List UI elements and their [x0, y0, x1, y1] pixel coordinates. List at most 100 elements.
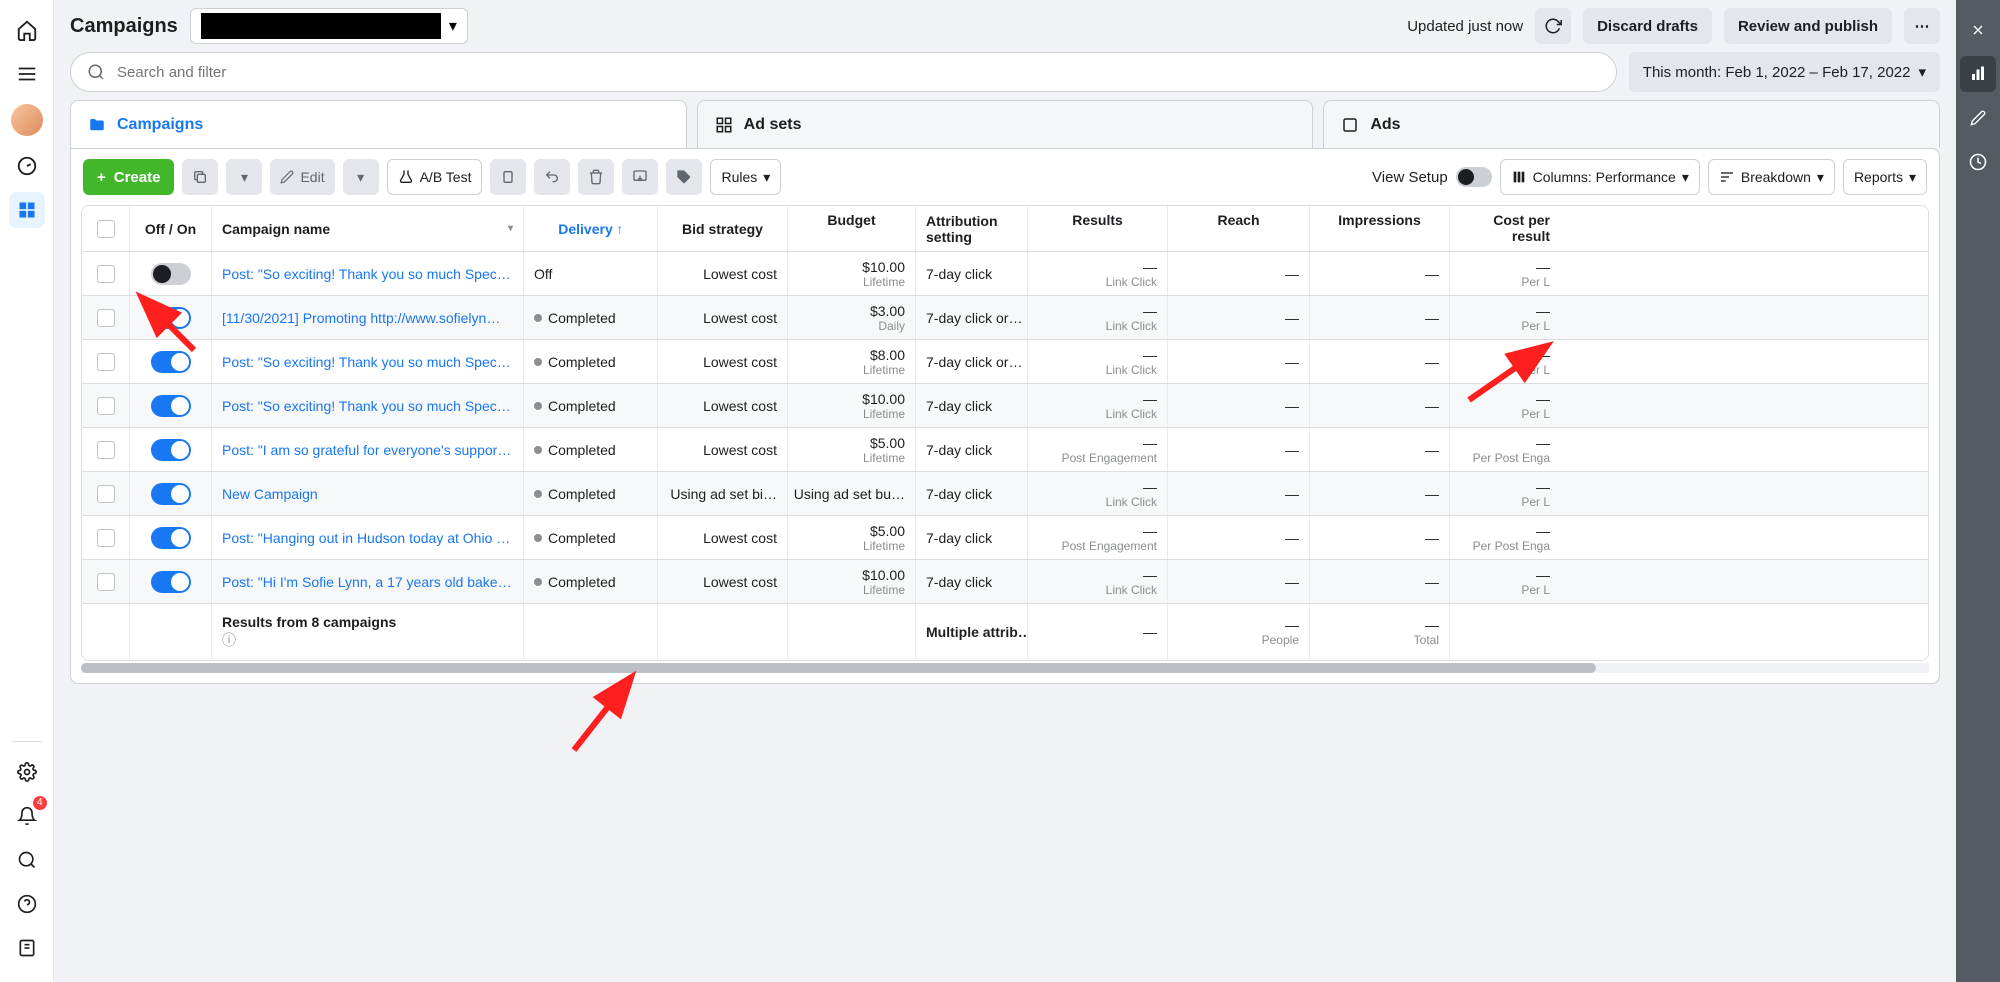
results-value: —: [1143, 391, 1157, 407]
col-name[interactable]: Campaign name▾: [212, 206, 524, 251]
tab-campaigns[interactable]: Campaigns: [70, 100, 687, 148]
help-icon[interactable]: [9, 886, 45, 922]
charts-icon[interactable]: [1960, 56, 1996, 92]
campaign-name-link[interactable]: Post: "So exciting! Thank you so much Sp…: [222, 398, 513, 414]
discard-drafts-button[interactable]: Discard drafts: [1583, 8, 1712, 44]
export-button[interactable]: [622, 159, 658, 195]
row-checkbox[interactable]: [97, 353, 115, 371]
row-checkbox[interactable]: [97, 485, 115, 503]
action-toolbar: +Create ▾ Edit ▾ A/B Test Rules ▾ View S…: [81, 159, 1929, 205]
campaign-name-link[interactable]: Post: "Hanging out in Hudson today at Oh…: [222, 530, 513, 546]
col-attribution[interactable]: Attribution setting: [916, 206, 1028, 251]
rules-button[interactable]: Rules ▾: [710, 159, 781, 195]
campaign-name-link[interactable]: New Campaign: [222, 486, 513, 502]
row-toggle[interactable]: [151, 263, 191, 285]
budget-value: $3.00: [870, 303, 905, 319]
edit-dropdown[interactable]: ▾: [343, 159, 379, 195]
row-toggle[interactable]: [151, 483, 191, 505]
tab-ads[interactable]: Ads: [1323, 100, 1940, 148]
review-publish-button[interactable]: Review and publish: [1724, 8, 1892, 44]
totals-row: Results from 8 campaigns ⓘ Multiple attr…: [82, 604, 1928, 660]
columns-button[interactable]: Columns: Performance ▾: [1500, 159, 1700, 195]
row-toggle[interactable]: [151, 307, 191, 329]
table-row: Post: "I am so grateful for everyone's s…: [82, 428, 1928, 472]
undo-button[interactable]: [534, 159, 570, 195]
edit-button[interactable]: Edit: [270, 159, 334, 195]
col-results[interactable]: Results: [1028, 206, 1168, 251]
close-icon[interactable]: [1960, 12, 1996, 48]
reach-value: —: [1285, 486, 1299, 502]
row-toggle[interactable]: [151, 395, 191, 417]
campaign-name-link[interactable]: Post: "So exciting! Thank you so much Sp…: [222, 266, 513, 282]
row-checkbox[interactable]: [97, 529, 115, 547]
attribution-value: 7-day click: [916, 252, 1028, 295]
col-reach[interactable]: Reach: [1168, 206, 1310, 251]
row-toggle[interactable]: [151, 571, 191, 593]
budget-period: Lifetime: [863, 539, 905, 553]
row-checkbox[interactable]: [97, 573, 115, 591]
col-delivery[interactable]: Delivery ↑: [524, 206, 658, 251]
select-all-checkbox[interactable]: [97, 220, 115, 238]
report-icon[interactable]: [9, 930, 45, 966]
breakdown-button[interactable]: Breakdown ▾: [1708, 159, 1835, 195]
page-title: Campaigns: [70, 15, 178, 38]
more-button[interactable]: ⋯: [1904, 8, 1940, 44]
bid-value: Lowest cost: [658, 560, 788, 603]
budget-value: $10.00: [862, 391, 905, 407]
budget-period: Lifetime: [863, 451, 905, 465]
account-avatar[interactable]: [11, 104, 43, 136]
delete-button[interactable]: [578, 159, 614, 195]
campaign-name-link[interactable]: Post: "I am so grateful for everyone's s…: [222, 442, 513, 458]
duplicate-button[interactable]: [182, 159, 218, 195]
budget-value: $10.00: [862, 567, 905, 583]
create-button[interactable]: +Create: [83, 159, 174, 195]
horizontal-scrollbar[interactable]: [81, 663, 1929, 673]
account-selector[interactable]: ▾: [190, 8, 468, 44]
col-bid[interactable]: Bid strategy: [658, 206, 788, 251]
edit-panel-icon[interactable]: [1960, 100, 1996, 136]
tag-button[interactable]: [666, 159, 702, 195]
col-offon[interactable]: Off / On: [130, 206, 212, 251]
gear-icon[interactable]: [9, 754, 45, 790]
refresh-button[interactable]: [1535, 8, 1571, 44]
budget-value: $5.00: [870, 435, 905, 451]
row-toggle[interactable]: [151, 527, 191, 549]
right-rail: [1956, 0, 2000, 982]
results-value: —: [1143, 567, 1157, 583]
col-impressions[interactable]: Impressions: [1310, 206, 1450, 251]
search-filter-input[interactable]: [117, 64, 1600, 81]
bid-value: Lowest cost: [658, 516, 788, 559]
ads-manager-icon[interactable]: [9, 192, 45, 228]
col-cost[interactable]: Cost per result: [1450, 206, 1560, 251]
tab-adsets[interactable]: Ad sets: [697, 100, 1314, 148]
row-toggle[interactable]: [151, 439, 191, 461]
campaign-name-link[interactable]: Post: "Hi I'm Sofie Lynn, a 17 years old…: [222, 574, 513, 590]
cost-value: —: [1536, 347, 1550, 363]
copy-button[interactable]: [490, 159, 526, 195]
search-filter-input-wrapper[interactable]: [70, 52, 1617, 92]
table-row: New Campaign Completed Using ad set bi… …: [82, 472, 1928, 516]
row-checkbox[interactable]: [97, 309, 115, 327]
campaign-name-link[interactable]: [11/30/2021] Promoting http://www.sofiel…: [222, 310, 513, 326]
row-toggle[interactable]: [151, 351, 191, 373]
date-range-selector[interactable]: This month: Feb 1, 2022 – Feb 17, 2022 ▾: [1629, 52, 1940, 92]
delivery-status: Completed: [548, 310, 616, 326]
view-setup-toggle[interactable]: View Setup: [1372, 167, 1492, 187]
gauge-icon[interactable]: [9, 148, 45, 184]
row-checkbox[interactable]: [97, 397, 115, 415]
impressions-value: —: [1425, 310, 1439, 326]
hamburger-icon[interactable]: [9, 56, 45, 92]
search-icon[interactable]: [9, 842, 45, 878]
col-budget[interactable]: Budget: [788, 206, 916, 251]
duplicate-dropdown[interactable]: ▾: [226, 159, 262, 195]
budget-period: Daily: [878, 319, 905, 333]
campaign-name-link[interactable]: Post: "So exciting! Thank you so much Sp…: [222, 354, 513, 370]
history-icon[interactable]: [1960, 144, 1996, 180]
row-checkbox[interactable]: [97, 441, 115, 459]
budget-value: Using ad set bu…: [794, 486, 905, 502]
abtest-button[interactable]: A/B Test: [387, 159, 483, 195]
bell-icon[interactable]: [9, 798, 45, 834]
reports-button[interactable]: Reports ▾: [1843, 159, 1927, 195]
row-checkbox[interactable]: [97, 265, 115, 283]
home-icon[interactable]: [9, 12, 45, 48]
